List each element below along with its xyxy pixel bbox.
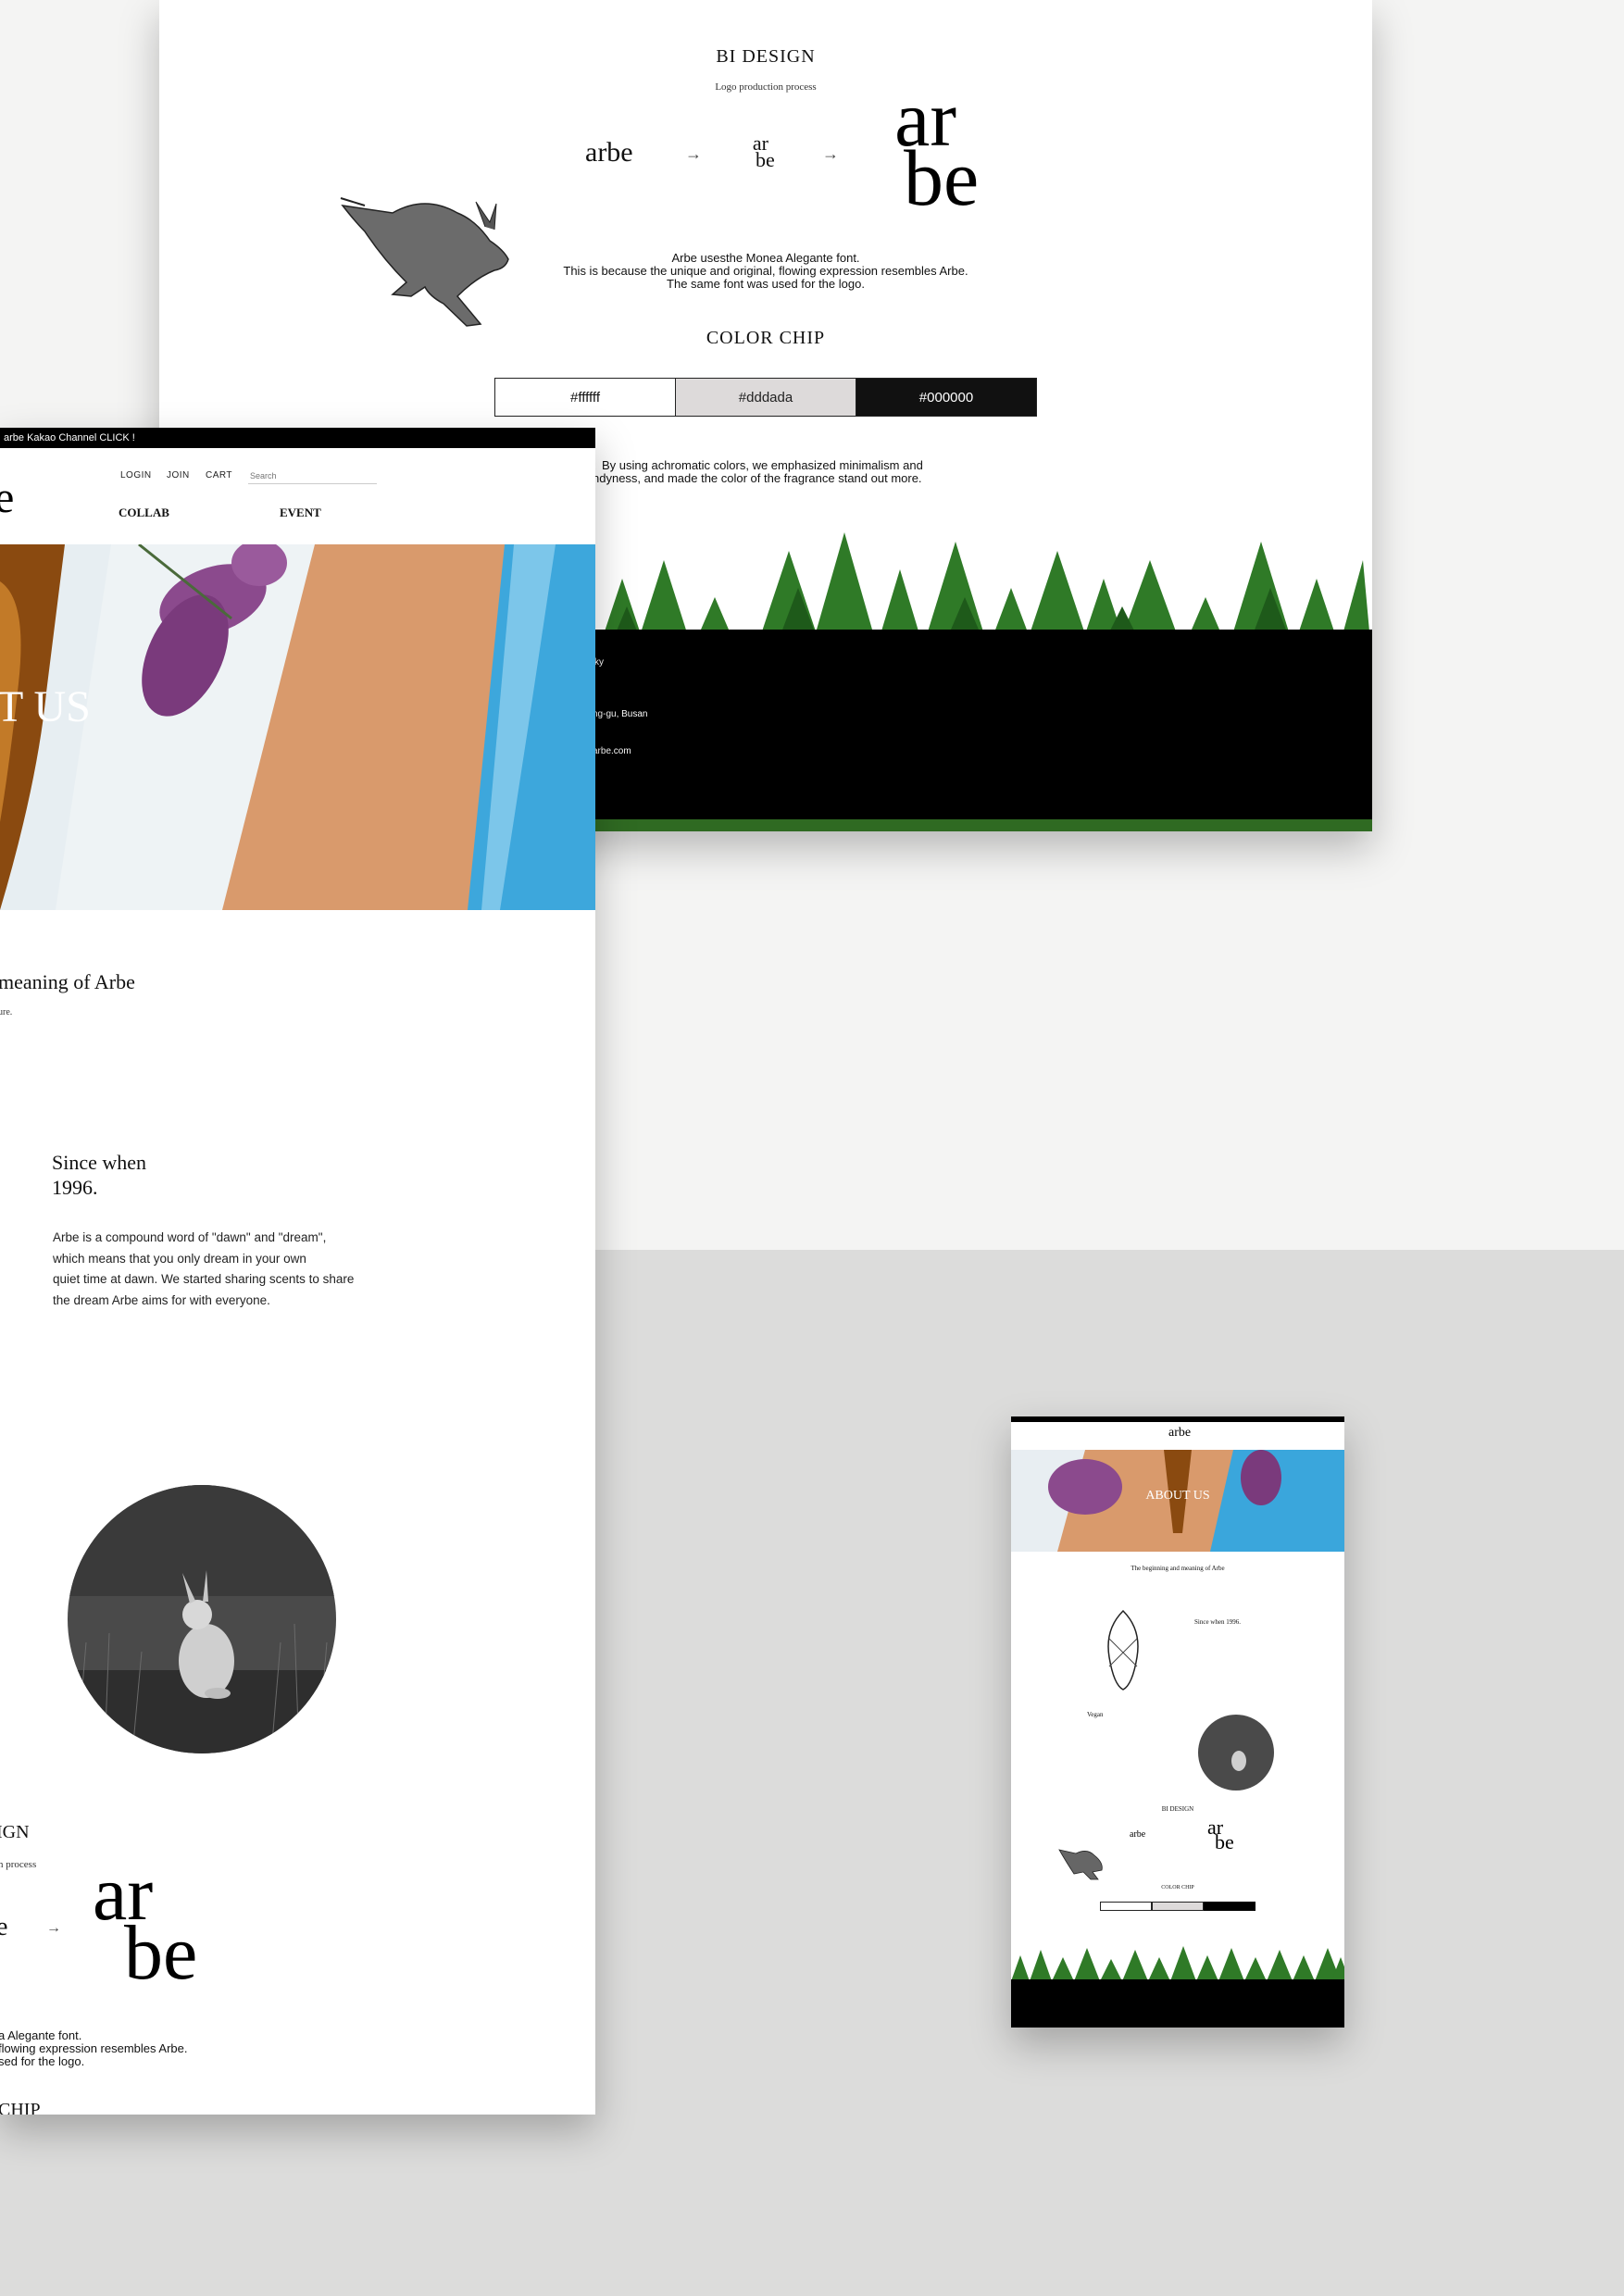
logo-stacked: ar be <box>746 133 775 171</box>
small-logo: arbe <box>1168 1426 1192 1440</box>
bi-logo-fragment: e <box>0 1913 8 1941</box>
small-topbar <box>1011 1416 1344 1422</box>
small-meaning-title: The beginning and meaning of Arbe <box>1131 1565 1225 1572</box>
since-title-line-2: 1996. <box>52 1176 98 1199</box>
color-chip-gray: #dddada <box>675 378 856 417</box>
bi-description-fragment: a Alegante font. flowing expression rese… <box>0 2029 188 2068</box>
website-page-mockup: arbe Kakao Channel CLICK ! e LOGIN JOIN … <box>0 428 595 2115</box>
announcement-text[interactable]: arbe Kakao Channel CLICK ! <box>4 432 135 443</box>
bi-desc-line-2: This is because the unique and original,… <box>563 264 968 278</box>
bi-subtitle-fragment: n process <box>0 1859 37 1870</box>
small-chip-black <box>1204 1902 1255 1911</box>
site-logo[interactable]: e <box>0 472 14 523</box>
bi-desc-line-3: The same font was used for the logo. <box>667 277 865 291</box>
small-page-mockup: arbe ABOUT US The beginning and meaning … <box>1011 1416 1344 2028</box>
since-title-line-1: Since when <box>52 1151 147 1174</box>
bi-logo-big-bottom: be <box>124 1910 198 1996</box>
since-body-line-1: Arbe is a compound word of "dawn" and "d… <box>53 1230 327 1244</box>
bi-description: Arbe usesthe Monea Alegante font. This i… <box>159 252 1372 291</box>
small-vegan-title: Vegan <box>1087 1711 1104 1718</box>
small-hare-icon <box>1058 1849 1103 1880</box>
bi-desc-fragment-2: flowing expression resembles Arbe. <box>0 2041 188 2055</box>
nav-cart-link[interactable]: CART <box>206 470 232 480</box>
logo-small: arbe <box>585 137 633 168</box>
hero-banner: T US <box>0 544 595 910</box>
hero-title: T US <box>0 682 91 731</box>
meaning-title: meaning of Arbe <box>0 970 135 993</box>
logo-big-bottom: be <box>904 133 980 222</box>
announcement-bar[interactable]: arbe Kakao Channel CLICK ! <box>0 428 595 448</box>
small-bi-title: BI DESIGN <box>1161 1805 1194 1813</box>
nav-join-link[interactable]: JOIN <box>167 470 190 480</box>
since-body-line-4: the dream Arbe aims for with everyone. <box>53 1292 270 1307</box>
since-body: Arbe is a compound word of "dawn" and "d… <box>53 1228 354 1311</box>
small-hero: ABOUT US <box>1011 1450 1344 1552</box>
small-forest <box>1011 1946 1344 1981</box>
small-hero-title: ABOUT US <box>1145 1489 1210 1503</box>
bi-logo-big: ar be <box>93 1855 198 1996</box>
footer-grass-strip <box>585 819 1372 831</box>
color-chip-title: COLOR CHIP <box>706 328 826 348</box>
bi-desc-fragment-3: sed for the logo. <box>0 2054 85 2068</box>
arrow-1: → <box>685 144 702 163</box>
bi-design-title: BI DESIGN <box>716 46 816 67</box>
logo-stacked-bottom: be <box>756 148 775 171</box>
arrow-2: → <box>822 144 839 163</box>
search-input[interactable] <box>248 468 377 484</box>
meaning-subtitle: ure. <box>0 1007 13 1017</box>
small-since-title: Since when 1996. <box>1194 1618 1241 1626</box>
bi-desc-line-1: Arbe usesthe Monea Alegante font. <box>671 251 860 265</box>
logo-big: ar be <box>872 79 980 222</box>
menu-event-link[interactable]: EVENT <box>280 505 321 520</box>
footer-line-1: ky <box>594 657 604 668</box>
footer-line-3: arbe.com <box>593 746 631 756</box>
color-chip-white: #ffffff <box>494 378 676 417</box>
bi-arrow: → <box>46 1920 61 1936</box>
bi-title-fragment: IGN <box>0 1822 30 1842</box>
small-logo-big-bottom: be <box>1215 1830 1234 1853</box>
footer-line-2: ng-gu, Busan <box>593 709 648 719</box>
rabbit-photo <box>68 1485 336 1753</box>
small-logo-big: ar be <box>1207 1817 1234 1853</box>
small-chip-title: COLOR CHIP <box>1161 1885 1194 1890</box>
small-chip-white <box>1100 1902 1152 1911</box>
since-body-line-3: quiet time at dawn. We started sharing s… <box>53 1272 355 1286</box>
small-logo-a: arbe <box>1130 1829 1146 1840</box>
small-chip-gray <box>1152 1902 1204 1911</box>
menu-collab-link[interactable]: COLLAB <box>119 505 169 520</box>
nav-login-link[interactable]: LOGIN <box>120 470 152 480</box>
chip-desc-line-2: ndyness, and made the color of the fragr… <box>593 471 922 485</box>
since-body-line-2: which means that you only dream in your … <box>53 1251 306 1266</box>
chip-title-fragment: CHIP <box>0 2100 41 2115</box>
chip-desc-line-1: By using achromatic colors, we emphasize… <box>602 458 923 472</box>
small-rabbit-photo <box>1198 1715 1274 1791</box>
bi-design-subtitle: Logo production process <box>715 81 817 93</box>
color-chip-description: By using achromatic colors, we emphasize… <box>593 459 923 485</box>
bi-desc-fragment-1: a Alegante font. <box>0 2028 82 2042</box>
color-chip-black: #000000 <box>856 378 1037 417</box>
small-illustration <box>1107 1609 1139 1691</box>
small-footer <box>1011 1979 1344 2028</box>
since-title: Since when 1996. <box>52 1150 146 1200</box>
